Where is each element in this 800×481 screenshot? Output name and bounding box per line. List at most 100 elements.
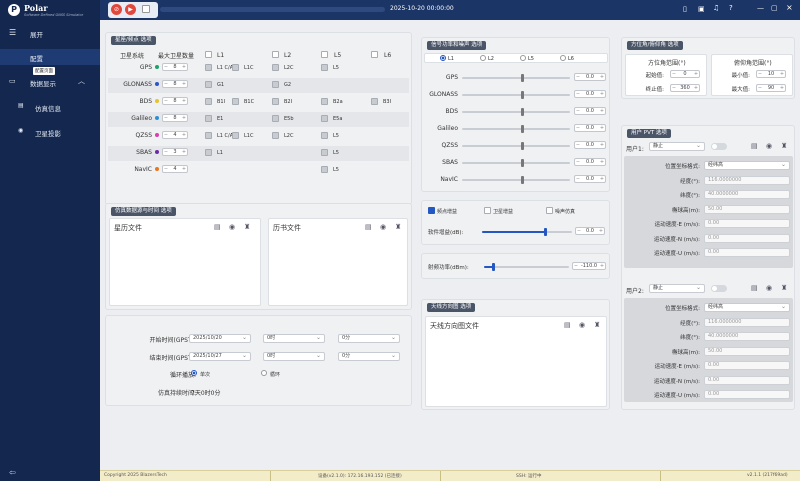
ve-field[interactable]: 0.00 bbox=[704, 219, 790, 228]
user-state-select[interactable]: 静止 bbox=[649, 142, 705, 151]
freq-checkbox[interactable] bbox=[321, 166, 328, 173]
power-track[interactable] bbox=[462, 128, 570, 130]
sw-gain-stepper[interactable]: −0.0 + bbox=[575, 227, 605, 235]
az-end-stepper[interactable]: −360 + bbox=[670, 84, 700, 92]
el-min-stepper[interactable]: −10 + bbox=[756, 70, 786, 78]
help-icon[interactable]: ? bbox=[729, 4, 733, 12]
power-thumb[interactable] bbox=[521, 74, 525, 82]
single-radio[interactable] bbox=[191, 370, 197, 376]
alt-field[interactable]: 50.00 bbox=[704, 346, 790, 356]
sat-count-stepper[interactable]: −8 + bbox=[162, 114, 188, 122]
freq-checkbox[interactable] bbox=[321, 64, 328, 71]
power-stepper[interactable]: −0.0 + bbox=[574, 73, 606, 81]
band-radio[interactable] bbox=[440, 55, 446, 61]
freq-checkbox[interactable] bbox=[321, 149, 328, 156]
vu-field[interactable]: 0.00 bbox=[704, 390, 790, 399]
sidebar-item-sim-info[interactable]: ▤ 仿真信息 bbox=[0, 100, 100, 114]
band-radio[interactable] bbox=[560, 55, 566, 61]
l1-all-checkbox[interactable] bbox=[205, 51, 212, 58]
freq-checkbox[interactable] bbox=[205, 132, 212, 139]
close-icon[interactable]: × bbox=[786, 3, 793, 12]
l5-all-checkbox[interactable] bbox=[321, 51, 328, 58]
end-min-select[interactable]: 0分 bbox=[338, 352, 400, 361]
freq-checkbox[interactable] bbox=[205, 98, 212, 105]
freq-checkbox[interactable] bbox=[272, 132, 279, 139]
alt-field[interactable]: 50.00 bbox=[704, 204, 790, 214]
user-toggle[interactable] bbox=[711, 143, 727, 150]
sat-count-stepper[interactable]: −4 + bbox=[162, 165, 188, 173]
start-hour-select[interactable]: 0时 bbox=[263, 334, 325, 343]
lat-field[interactable]: 40.0000000 bbox=[704, 190, 790, 199]
lon-field[interactable]: 116.0000000 bbox=[704, 317, 790, 327]
rf-stepper[interactable]: − -110.0 + bbox=[572, 262, 606, 270]
freq-checkbox[interactable] bbox=[272, 115, 279, 122]
freq-checkbox[interactable] bbox=[232, 132, 239, 139]
l2-all-checkbox[interactable] bbox=[272, 51, 279, 58]
eye-icon[interactable]: ◉ bbox=[766, 284, 772, 292]
freq-checkbox[interactable] bbox=[272, 98, 279, 105]
power-stepper[interactable]: −0.0 + bbox=[574, 158, 606, 166]
power-stepper[interactable]: −0.0 + bbox=[574, 175, 606, 183]
band-radio[interactable] bbox=[520, 55, 526, 61]
freq-checkbox[interactable] bbox=[205, 81, 212, 88]
sidebar-item-sat-projection[interactable]: ◉ 卫星投影 bbox=[0, 125, 100, 139]
power-thumb[interactable] bbox=[521, 108, 525, 116]
sat-count-stepper[interactable]: −8 + bbox=[162, 63, 188, 71]
end-hour-select[interactable]: 0时 bbox=[263, 352, 325, 361]
power-stepper[interactable]: −0.0 + bbox=[574, 107, 606, 115]
end-date-select[interactable]: 2025/10/27 bbox=[189, 352, 251, 361]
file-icon[interactable]: ▤ bbox=[365, 223, 372, 231]
freq-checkbox[interactable] bbox=[232, 98, 239, 105]
sat-count-stepper[interactable]: −4 + bbox=[162, 131, 188, 139]
power-thumb[interactable] bbox=[521, 142, 525, 150]
freq-checkbox[interactable] bbox=[321, 98, 328, 105]
trash-icon[interactable]: ♜ bbox=[594, 321, 600, 329]
az-start-stepper[interactable]: −0 + bbox=[670, 70, 700, 78]
power-track[interactable] bbox=[462, 77, 570, 79]
power-track[interactable] bbox=[462, 179, 570, 181]
file-icon[interactable]: ▤ bbox=[751, 142, 758, 150]
l6-all-checkbox[interactable] bbox=[371, 51, 378, 58]
maximize-icon[interactable]: ▢ bbox=[771, 4, 778, 12]
sidebar-expand[interactable]: ☰ 展开 bbox=[0, 26, 100, 40]
start-min-select[interactable]: 0分 bbox=[338, 334, 400, 343]
trash-icon[interactable]: ♜ bbox=[244, 223, 250, 231]
stop-button[interactable]: ⊘ bbox=[111, 4, 122, 15]
rf-track[interactable] bbox=[484, 266, 569, 268]
ephem-box[interactable]: 星历文件 ▤ ◉ ♜ bbox=[109, 218, 261, 306]
el-max-stepper[interactable]: −90 + bbox=[756, 84, 786, 92]
freq-checkbox[interactable] bbox=[371, 98, 378, 105]
power-stepper[interactable]: −0.0 + bbox=[574, 141, 606, 149]
eye-icon[interactable]: ◉ bbox=[380, 223, 386, 231]
freq-checkbox[interactable] bbox=[205, 64, 212, 71]
bell-icon[interactable]: ♫ bbox=[713, 4, 719, 12]
open-file-icon[interactable]: ▯ bbox=[683, 5, 687, 13]
sat-gain-checkbox[interactable] bbox=[484, 207, 491, 214]
sidebar-item-config[interactable]: 配置 bbox=[0, 49, 100, 65]
vn-field[interactable]: 0.00 bbox=[704, 375, 790, 385]
power-thumb[interactable] bbox=[521, 91, 525, 99]
sw-gain-thumb[interactable] bbox=[544, 228, 547, 236]
power-track[interactable] bbox=[462, 162, 570, 164]
power-thumb[interactable] bbox=[521, 125, 525, 133]
freq-checkbox[interactable] bbox=[272, 64, 279, 71]
vn-field[interactable]: 0.00 bbox=[704, 233, 790, 243]
freq-checkbox[interactable] bbox=[232, 64, 239, 71]
freq-checkbox[interactable] bbox=[272, 81, 279, 88]
format-field[interactable]: 经纬高 bbox=[704, 303, 790, 312]
freq-checkbox[interactable] bbox=[321, 115, 328, 122]
lon-field[interactable]: 116.0000000 bbox=[704, 175, 790, 185]
sat-count-stepper[interactable]: −3 + bbox=[162, 148, 188, 156]
sidebar-item-data-display[interactable]: ▭ 数据显示 ︿ bbox=[0, 75, 100, 89]
user-toggle[interactable] bbox=[711, 285, 727, 292]
pause-button[interactable] bbox=[142, 5, 150, 13]
lat-field[interactable]: 40.0000000 bbox=[704, 332, 790, 341]
user-state-select[interactable]: 静止 bbox=[649, 284, 705, 293]
almanac-box[interactable]: 历书文件 ▤ ◉ ♜ bbox=[268, 218, 408, 306]
freq-gain-checkbox[interactable] bbox=[428, 207, 435, 214]
minimize-icon[interactable]: — bbox=[757, 4, 764, 12]
freq-checkbox[interactable] bbox=[205, 115, 212, 122]
band-radio[interactable] bbox=[480, 55, 486, 61]
start-date-select[interactable]: 2025/10/20 bbox=[189, 334, 251, 343]
trash-icon[interactable]: ♜ bbox=[781, 142, 787, 150]
